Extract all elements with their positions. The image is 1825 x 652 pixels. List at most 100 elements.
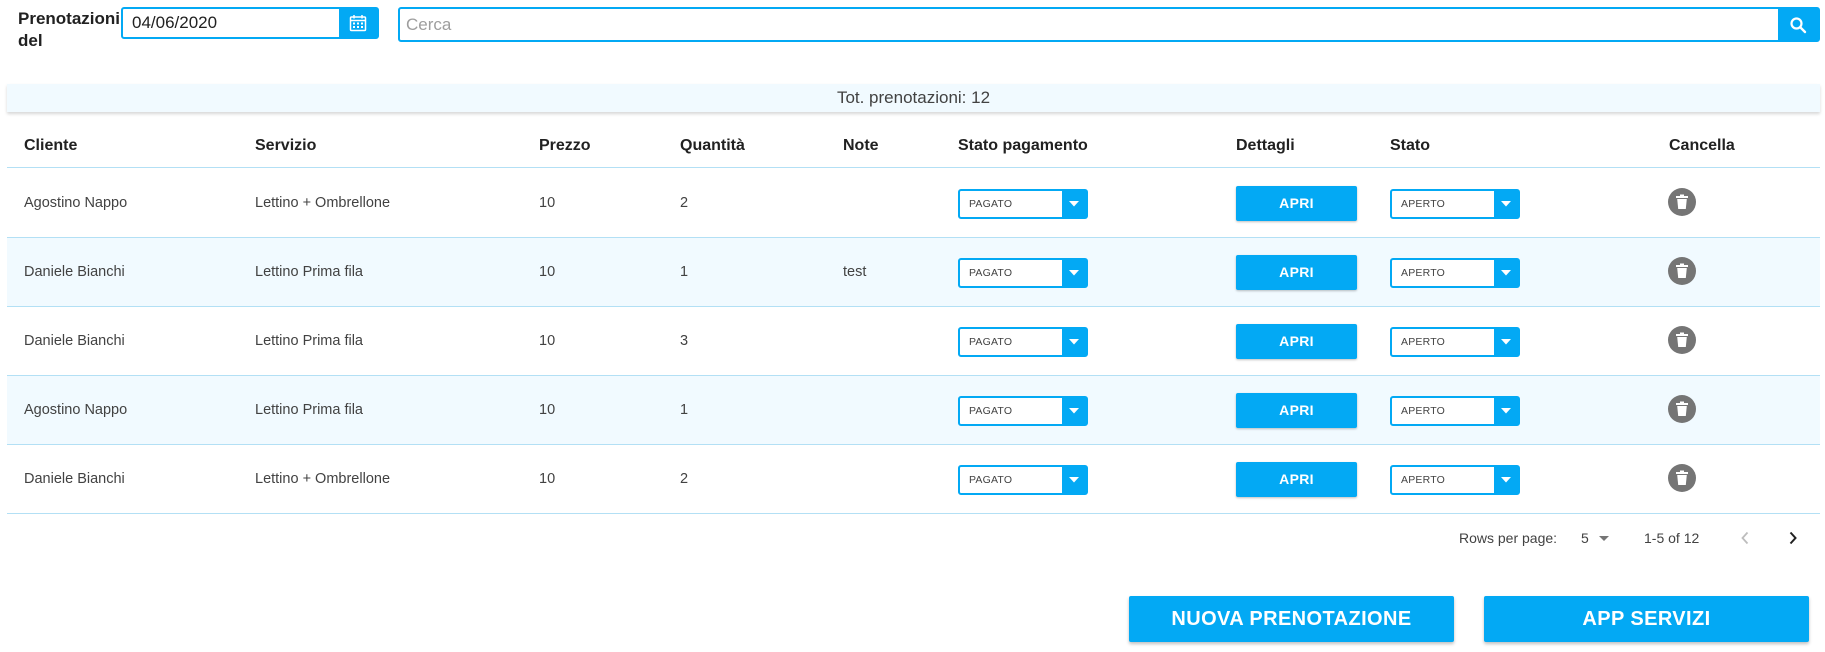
table-row: Daniele Bianchi Lettino Prima fila 10 1 … [7, 238, 1820, 307]
table-row: Agostino Nappo Lettino Prima fila 10 1 P… [7, 376, 1820, 445]
table-header: Cliente Servizio Prezzo Quantità Note St… [7, 124, 1820, 168]
cell-cliente: Daniele Bianchi [24, 264, 125, 280]
booking-status-select[interactable]: APERTO [1390, 258, 1520, 288]
caret-down-icon [1062, 191, 1086, 217]
caret-down-icon [1062, 467, 1086, 493]
open-details-button[interactable]: APRI [1236, 255, 1357, 290]
payment-status-value: PAGATO [969, 336, 1013, 348]
cell-servizio: Lettino Prima fila [255, 264, 363, 280]
table-row: Daniele Bianchi Lettino Prima fila 10 3 … [7, 307, 1820, 376]
cell-servizio: Lettino + Ombrellone [255, 195, 391, 211]
rows-per-page-select[interactable]: 5 [1581, 528, 1611, 548]
payment-status-value: PAGATO [969, 267, 1013, 279]
caret-down-icon [1598, 536, 1609, 542]
delete-booking-button[interactable] [1668, 326, 1696, 354]
bookings-table: Tot. prenotazioni: 12 Cliente Servizio P… [7, 84, 1820, 514]
payment-status-value: PAGATO [969, 405, 1013, 417]
payment-status-select[interactable]: PAGATO [958, 396, 1088, 426]
cell-servizio: Lettino Prima fila [255, 402, 363, 418]
rows-per-page-value: 5 [1581, 530, 1589, 546]
cell-prezzo: 10 [539, 333, 556, 349]
date-field[interactable] [121, 7, 379, 39]
total-bookings: Tot. prenotazioni: 12 [7, 84, 1820, 112]
booking-status-select[interactable]: APERTO [1390, 396, 1520, 426]
cell-quantita: 3 [680, 333, 689, 349]
cell-cliente: Daniele Bianchi [24, 333, 125, 349]
column-stato[interactable]: Stato [1390, 124, 1430, 168]
cell-quantita: 2 [680, 195, 689, 211]
search-input[interactable] [400, 9, 1780, 40]
payment-status-select[interactable]: PAGATO [958, 258, 1088, 288]
search-icon [1790, 16, 1807, 33]
trash-icon [1676, 332, 1688, 347]
calendar-icon [349, 15, 367, 32]
cell-quantita: 1 [680, 402, 689, 418]
trash-icon [1676, 401, 1688, 416]
cell-quantita: 1 [680, 264, 689, 280]
calendar-button[interactable] [339, 9, 377, 37]
delete-booking-button[interactable] [1668, 464, 1696, 492]
table-row: Daniele Bianchi Lettino + Ombrellone 10 … [7, 445, 1820, 514]
search-field[interactable] [398, 7, 1820, 42]
cell-prezzo: 10 [539, 471, 556, 487]
date-label: Prenotazioni del [18, 9, 121, 50]
payment-status-select[interactable]: PAGATO [958, 189, 1088, 219]
new-booking-button[interactable]: NUOVA PRENOTAZIONE [1129, 596, 1454, 642]
cell-prezzo: 10 [539, 195, 556, 211]
payment-status-value: PAGATO [969, 198, 1013, 210]
delete-booking-button[interactable] [1668, 395, 1696, 423]
trash-icon [1676, 263, 1688, 278]
payment-status-select[interactable]: PAGATO [958, 465, 1088, 495]
caret-down-icon [1494, 329, 1518, 355]
cell-quantita: 2 [680, 471, 689, 487]
column-note[interactable]: Note [843, 124, 879, 168]
next-page-button[interactable] [1783, 528, 1803, 548]
caret-down-icon [1062, 329, 1086, 355]
column-cliente[interactable]: Cliente [24, 124, 77, 168]
column-quantita[interactable]: Quantità [680, 124, 745, 168]
chevron-right-icon [1789, 531, 1797, 545]
caret-down-icon [1494, 191, 1518, 217]
app-services-button[interactable]: APP SERVIZI [1484, 596, 1809, 642]
column-dettagli[interactable]: Dettagli [1236, 124, 1295, 168]
open-details-button[interactable]: APRI [1236, 462, 1357, 497]
payment-status-value: PAGATO [969, 474, 1013, 486]
payment-status-select[interactable]: PAGATO [958, 327, 1088, 357]
caret-down-icon [1494, 398, 1518, 424]
booking-status-value: APERTO [1401, 198, 1445, 210]
trash-icon [1676, 470, 1688, 485]
booking-status-value: APERTO [1401, 267, 1445, 279]
open-details-button[interactable]: APRI [1236, 393, 1357, 428]
delete-booking-button[interactable] [1668, 188, 1696, 216]
booking-status-select[interactable]: APERTO [1390, 327, 1520, 357]
search-button[interactable] [1778, 9, 1818, 40]
column-stato-pagamento[interactable]: Stato pagamento [958, 124, 1088, 168]
cell-cliente: Agostino Nappo [24, 195, 128, 211]
previous-page-button[interactable] [1735, 528, 1755, 548]
open-details-button[interactable]: APRI [1236, 324, 1357, 359]
booking-status-value: APERTO [1401, 336, 1445, 348]
column-servizio[interactable]: Servizio [255, 124, 316, 168]
column-cancella[interactable]: Cancella [1669, 124, 1735, 168]
booking-status-select[interactable]: APERTO [1390, 189, 1520, 219]
booking-status-value: APERTO [1401, 474, 1445, 486]
cell-note: test [843, 264, 867, 280]
cell-servizio: Lettino Prima fila [255, 333, 363, 349]
table-row: Agostino Nappo Lettino + Ombrellone 10 2… [7, 169, 1820, 238]
caret-down-icon [1494, 467, 1518, 493]
booking-status-value: APERTO [1401, 405, 1445, 417]
cell-servizio: Lettino + Ombrellone [255, 471, 391, 487]
rows-per-page-label: Rows per page: [1459, 530, 1558, 546]
booking-status-select[interactable]: APERTO [1390, 465, 1520, 495]
delete-booking-button[interactable] [1668, 257, 1696, 285]
open-details-button[interactable]: APRI [1236, 186, 1357, 221]
filter-bar: Prenotazioni del [0, 0, 1825, 60]
cell-cliente: Daniele Bianchi [24, 471, 125, 487]
trash-icon [1676, 194, 1688, 209]
date-input[interactable] [123, 9, 341, 37]
caret-down-icon [1062, 398, 1086, 424]
column-prezzo[interactable]: Prezzo [539, 124, 591, 168]
cell-prezzo: 10 [539, 264, 556, 280]
cell-cliente: Agostino Nappo [24, 402, 128, 418]
chevron-left-icon [1741, 531, 1749, 545]
